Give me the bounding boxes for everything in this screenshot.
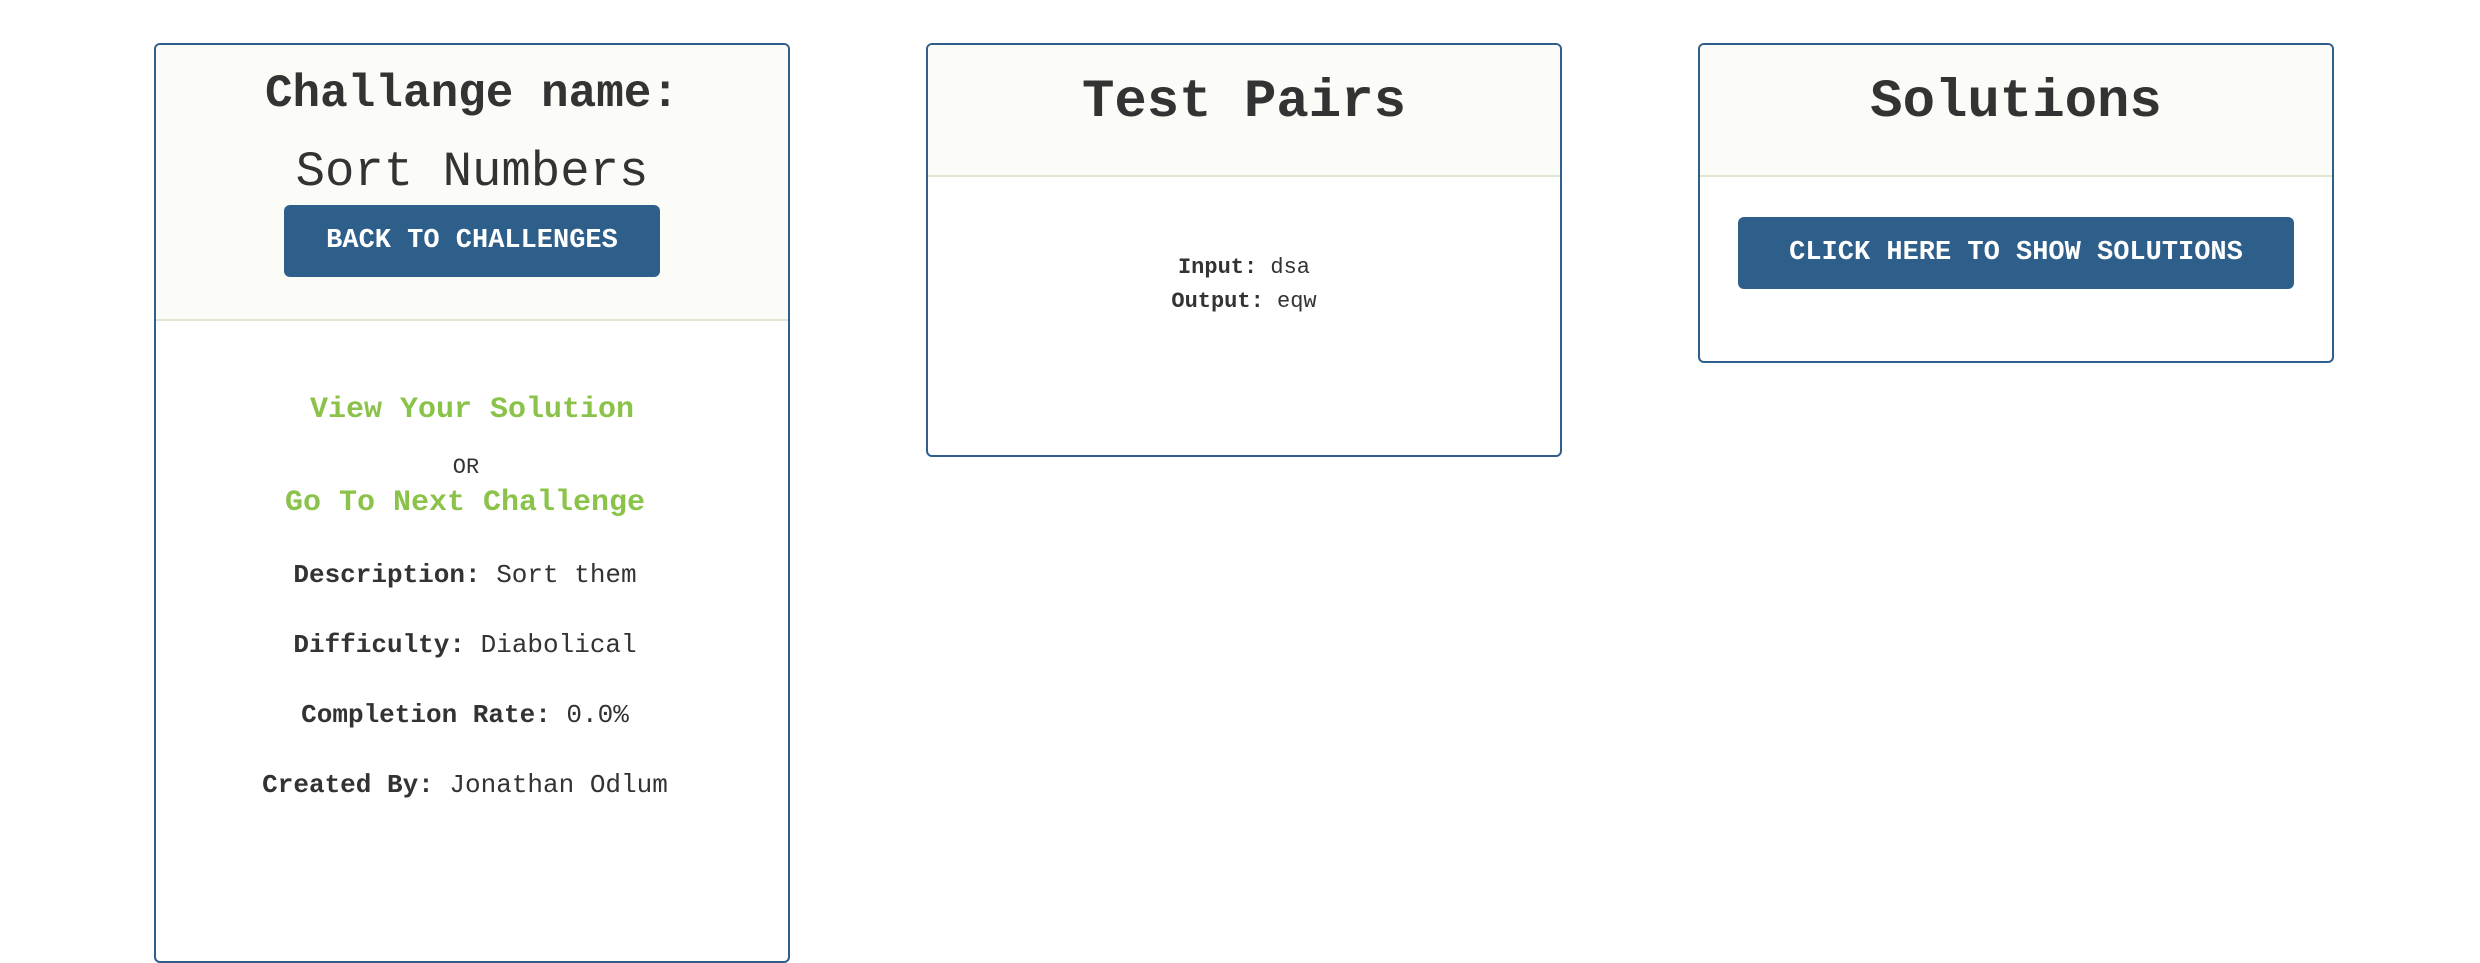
created-by-value: Jonathan Odlum (449, 770, 668, 800)
solutions-panel-body: CLICK HERE TO SHOW SOLUTIONS (1700, 177, 2332, 289)
test-pair-output-row: Output: eqw (928, 285, 1560, 319)
view-your-solution-link[interactable]: View Your Solution (310, 393, 634, 427)
difficulty-value: Diabolical (480, 630, 637, 660)
created-by-row: Created By: Jonathan Odlum (156, 770, 774, 800)
or-separator: OR (452, 455, 480, 480)
output-label: Output: (1171, 289, 1264, 314)
test-pairs-panel: Test Pairs Input: dsa Output: eqw (926, 43, 1562, 457)
description-value: Sort them (496, 560, 637, 590)
test-pairs-title: Test Pairs (1081, 72, 1407, 133)
challenge-name: Sort Numbers (295, 144, 649, 200)
completion-rate-value: 0.0% (566, 700, 629, 730)
created-by-label: Created By: (262, 770, 434, 800)
input-value: dsa (1270, 255, 1311, 280)
back-to-challenges-button[interactable]: BACK TO CHALLENGES (284, 205, 660, 277)
challenge-panel-body: View Your Solution OR Go To Next Challen… (156, 393, 788, 800)
challenge-name-heading: Challange name: (264, 68, 680, 120)
description-row: Description: Sort them (156, 560, 774, 590)
solutions-title: Solutions (1870, 72, 2162, 133)
difficulty-row: Difficulty: Diabolical (156, 630, 774, 660)
challenge-panel-header: Challange name: Sort Numbers BACK TO CHA… (156, 45, 788, 321)
input-label: Input: (1177, 255, 1258, 280)
test-pairs-panel-body: Input: dsa Output: eqw (928, 251, 1560, 319)
difficulty-label: Difficulty: (293, 630, 465, 660)
solutions-panel-header: Solutions (1700, 45, 2332, 177)
challenge-panel: Challange name: Sort Numbers BACK TO CHA… (154, 43, 790, 963)
completion-rate-label: Completion Rate: (301, 700, 551, 730)
go-to-next-challenge-link[interactable]: Go To Next Challenge (285, 486, 645, 520)
description-label: Description: (293, 560, 481, 590)
test-pair-input-row: Input: dsa (928, 251, 1560, 285)
show-solutions-button[interactable]: CLICK HERE TO SHOW SOLUTIONS (1738, 217, 2294, 289)
test-pairs-panel-header: Test Pairs (928, 45, 1560, 177)
completion-rate-row: Completion Rate: 0.0% (156, 700, 774, 730)
output-value: eqw (1277, 289, 1317, 314)
solutions-panel: Solutions CLICK HERE TO SHOW SOLUTIONS (1698, 43, 2334, 363)
